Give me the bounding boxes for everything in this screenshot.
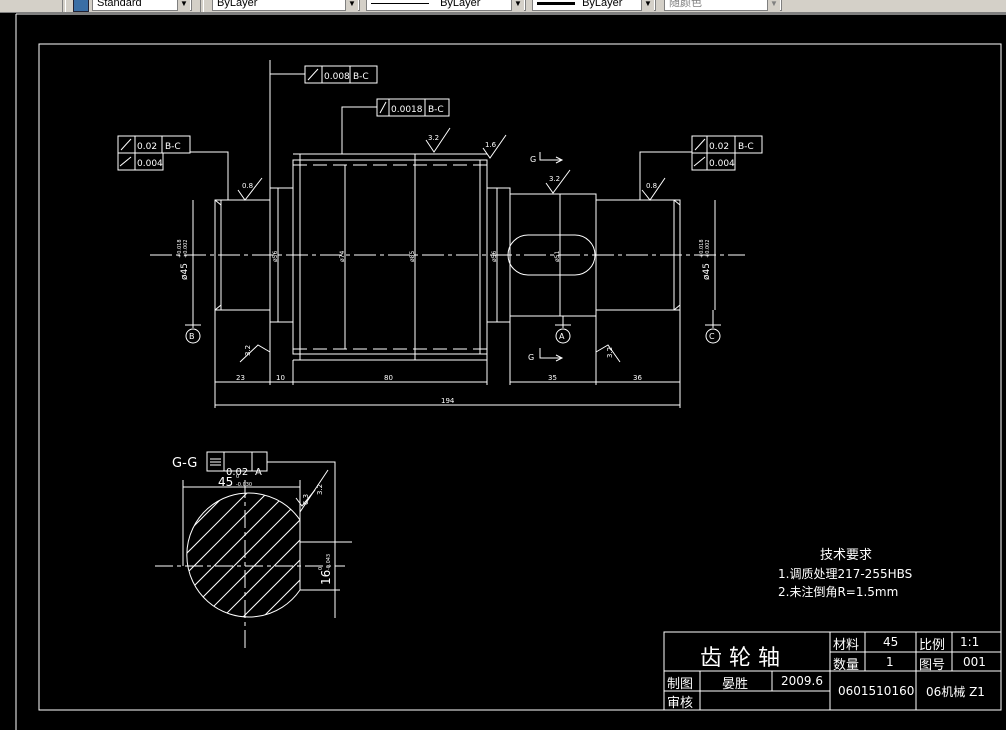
section-width-tol-upper: 0 xyxy=(236,474,239,480)
section-outline xyxy=(186,492,301,618)
tolerance-text: 0.02 xyxy=(709,142,729,152)
dim-194: 194 xyxy=(441,397,455,405)
dim-36: 36 xyxy=(633,374,642,382)
tech-req-line1: 1.调质处理217-255HBS xyxy=(778,567,913,581)
roughness-value: 3.2 xyxy=(549,175,560,183)
leader-line xyxy=(341,106,377,154)
cylindricity-icon xyxy=(119,156,132,167)
scale-label: 比例 xyxy=(919,638,946,653)
datum-a-label: A xyxy=(559,332,565,341)
gear-body xyxy=(292,159,488,355)
runout-icon xyxy=(694,138,706,151)
section-title: G-G xyxy=(172,456,197,471)
section-width-tol-lower: -0.030 xyxy=(236,482,252,488)
checked-label: 审核 xyxy=(667,696,694,711)
material-label: 材料 xyxy=(833,638,860,653)
drawing-frame xyxy=(38,43,1002,711)
chamfer-line xyxy=(673,304,681,311)
cylindricity-icon xyxy=(693,156,706,167)
tolerance-text: 0.0018 xyxy=(391,105,423,115)
tolerance-text: 0.004 xyxy=(709,159,735,169)
roughness-value: 3.2 xyxy=(428,134,439,142)
chamfer-line xyxy=(214,304,222,311)
dia-right-tol-lower: +0.002 xyxy=(705,239,711,258)
material-value: 45 xyxy=(883,635,899,649)
section-depth-tol-upper: 0 xyxy=(318,567,324,570)
section-depth-dim: 16 xyxy=(319,570,333,585)
tolerance-ref: B-C xyxy=(738,142,754,152)
dia-label: ø51 xyxy=(554,251,561,262)
section-label-bottom: G xyxy=(528,353,534,362)
dia-left-tol-lower: +0.002 xyxy=(183,239,189,258)
scale-value: 1:1 xyxy=(960,635,980,649)
roughness-value: 6.3 xyxy=(302,494,310,505)
drawing-canvas[interactable]: 0.008 B-C 0.0018 B-C 0.02 B-C 0.004 0.02… xyxy=(0,0,1006,730)
datum-c-label: C xyxy=(709,332,715,341)
leader-line xyxy=(190,151,229,200)
dia-left-label: ø45 xyxy=(180,263,190,280)
tolerance-ref: B-C xyxy=(428,105,444,115)
runout-icon xyxy=(307,68,319,81)
section-depth-tol-lower: -0.043 xyxy=(326,554,332,570)
drawing-no-label: 图号 xyxy=(919,658,946,673)
chamfer-line xyxy=(673,199,681,206)
tolerance-text: 0.004 xyxy=(137,159,163,169)
dia-label: ø74 xyxy=(339,251,346,262)
tolerance-ref: B-C xyxy=(353,72,369,82)
roughness-value: 0.8 xyxy=(242,182,253,190)
tolerance-text: 0.02 xyxy=(137,142,157,152)
section-label-top: G xyxy=(530,155,536,164)
roughness-value: 3.2 xyxy=(244,345,252,356)
dia-label: ø56 xyxy=(491,251,498,262)
drawn-label: 制图 xyxy=(667,677,694,692)
dia-label: ø56 xyxy=(272,251,279,262)
leader-line xyxy=(639,151,692,200)
runout-icon xyxy=(120,138,132,151)
tech-req-line2: 2.未注倒角R=1.5mm xyxy=(778,585,899,599)
part-name: 齿 轮 轴 xyxy=(700,646,780,671)
roughness-value: 0.8 xyxy=(646,182,657,190)
student-id: 0601510160 xyxy=(838,684,915,698)
dia-right-label: ø45 xyxy=(702,263,712,280)
roughness-value: 1.6 xyxy=(485,141,497,149)
runout-icon xyxy=(379,101,387,114)
section-width-dim: 45 xyxy=(218,475,233,489)
tolerance-text: 0.008 xyxy=(324,72,350,82)
datum-b-label: B xyxy=(189,332,195,341)
chamfer-line xyxy=(214,199,222,206)
tolerance-ref: A xyxy=(255,467,262,478)
class-name: 06机械 Z1 xyxy=(926,685,985,699)
qty-label: 数量 xyxy=(833,658,860,673)
dim-23: 23 xyxy=(236,374,245,382)
roughness-value: 3.2 xyxy=(316,484,324,495)
dim-10: 10 xyxy=(276,374,285,382)
dia-label: ø85 xyxy=(409,251,416,262)
drawn-date: 2009.6 xyxy=(781,674,823,688)
tolerance-ref: B-C xyxy=(165,142,181,152)
roughness-value: 3.2 xyxy=(606,347,614,358)
drawing-no-value: 001 xyxy=(963,655,986,669)
tech-req-title: 技术要求 xyxy=(820,548,873,563)
qty-value: 1 xyxy=(886,655,894,669)
dim-35: 35 xyxy=(548,374,557,382)
drawn-by: 晏胜 xyxy=(722,677,749,692)
dim-80: 80 xyxy=(384,374,393,382)
